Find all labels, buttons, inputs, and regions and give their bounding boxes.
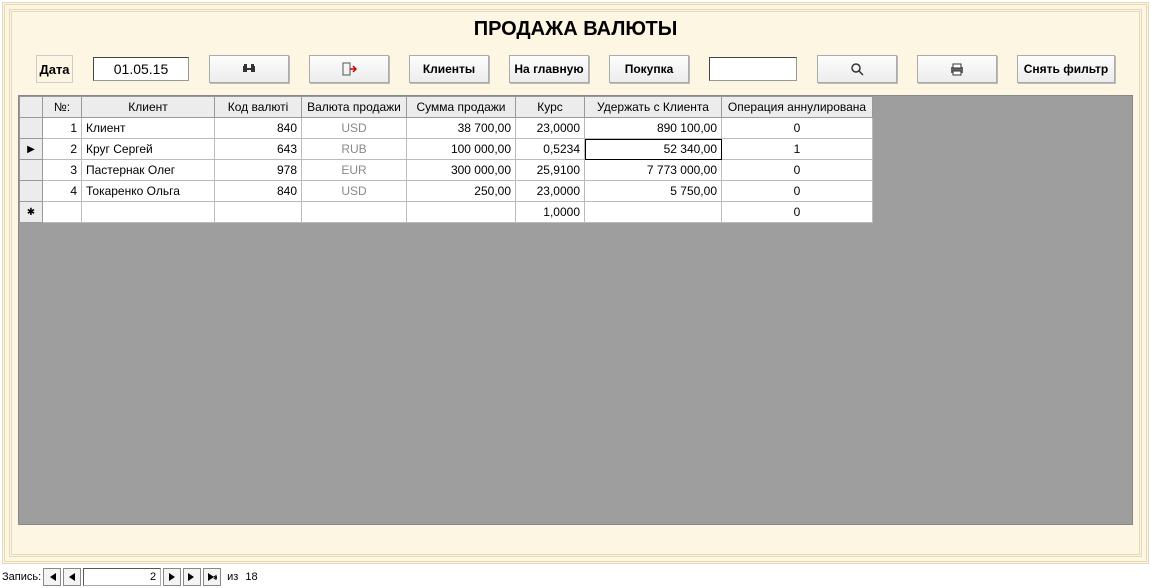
data-grid[interactable]: №: Клиент Код валюті Валюта продажи Сумм…: [19, 96, 873, 223]
record-navigator: Запись: ✱ из 18: [0, 566, 1151, 586]
clients-button[interactable]: Клиенты: [409, 55, 489, 83]
cell-annulled[interactable]: 1: [722, 139, 873, 160]
cell-rate[interactable]: 1,0000: [516, 202, 585, 223]
grid-header-row: №: Клиент Код валюті Валюта продажи Сумм…: [20, 97, 873, 118]
cell-code[interactable]: [215, 202, 302, 223]
search-button[interactable]: [817, 55, 897, 83]
grid-header-num[interactable]: №:: [43, 97, 82, 118]
recnav-next-button[interactable]: [163, 568, 181, 586]
cell-sum[interactable]: [407, 202, 516, 223]
last-icon: [187, 572, 197, 582]
cell-num[interactable]: [43, 202, 82, 223]
cell-currency[interactable]: EUR: [302, 160, 407, 181]
cell-currency[interactable]: [302, 202, 407, 223]
recnav-of-label: из: [227, 571, 238, 583]
grid-header-currency[interactable]: Валюта продажи: [302, 97, 407, 118]
table-row-new[interactable]: ✱ 1,0000 0: [20, 202, 873, 223]
cell-rate[interactable]: 23,0000: [516, 181, 585, 202]
cell-rate[interactable]: 23,0000: [516, 118, 585, 139]
new-record-icon: ✱: [207, 572, 217, 582]
grid-header-rate[interactable]: Курс: [516, 97, 585, 118]
cell-num[interactable]: 4: [43, 181, 82, 202]
grid-header-code[interactable]: Код валюті: [215, 97, 302, 118]
cell-annulled[interactable]: 0: [722, 160, 873, 181]
grid-header-sum[interactable]: Сумма продажи: [407, 97, 516, 118]
cell-client[interactable]: Пастернак Олег: [82, 160, 215, 181]
grid-header-hold[interactable]: Удержать с Клиента: [585, 97, 722, 118]
cell-currency[interactable]: USD: [302, 118, 407, 139]
next-icon: [167, 572, 177, 582]
cell-client[interactable]: [82, 202, 215, 223]
cell-num[interactable]: 2: [43, 139, 82, 160]
search-input[interactable]: [709, 57, 797, 81]
data-grid-container: №: Клиент Код валюті Валюта продажи Сумм…: [18, 95, 1133, 525]
toolbar: Дата Клиенты На главную Покупка: [12, 55, 1139, 83]
cell-rate[interactable]: 0,5234: [516, 139, 585, 160]
svg-text:✱: ✱: [213, 574, 217, 582]
cell-code[interactable]: 643: [215, 139, 302, 160]
cell-annulled[interactable]: 0: [722, 202, 873, 223]
row-selector[interactable]: [20, 160, 43, 181]
clear-filter-button[interactable]: Снять фильтр: [1017, 55, 1115, 83]
cell-num[interactable]: 1: [43, 118, 82, 139]
cell-rate[interactable]: 25,9100: [516, 160, 585, 181]
binoculars-icon: [241, 62, 257, 76]
row-selector[interactable]: [20, 181, 43, 202]
row-selector[interactable]: ▶: [20, 139, 43, 160]
cell-sum[interactable]: 300 000,00: [407, 160, 516, 181]
cell-hold[interactable]: [585, 202, 722, 223]
cell-code[interactable]: 978: [215, 160, 302, 181]
home-button[interactable]: На главную: [509, 55, 589, 83]
table-row[interactable]: 4Токаренко Ольга840USD250,0023,00005 750…: [20, 181, 873, 202]
recnav-prev-button[interactable]: [63, 568, 81, 586]
recnav-new-button[interactable]: ✱: [203, 568, 221, 586]
cell-hold[interactable]: 890 100,00: [585, 118, 722, 139]
recnav-last-button[interactable]: [183, 568, 201, 586]
cell-currency[interactable]: RUB: [302, 139, 407, 160]
cell-hold[interactable]: 52 340,00: [585, 139, 722, 160]
cell-sum[interactable]: 250,00: [407, 181, 516, 202]
row-selector-new[interactable]: ✱: [20, 202, 43, 223]
grid-header-annulled[interactable]: Операция аннулирована: [722, 97, 873, 118]
cell-client[interactable]: Токаренко Ольга: [82, 181, 215, 202]
exit-door-icon: [341, 61, 357, 77]
cell-num[interactable]: 3: [43, 160, 82, 181]
cell-annulled[interactable]: 0: [722, 181, 873, 202]
table-row[interactable]: ▶2Круг Сергей643RUB100 000,000,523452 34…: [20, 139, 873, 160]
cell-sum[interactable]: 38 700,00: [407, 118, 516, 139]
recnav-current-input[interactable]: [83, 568, 161, 586]
grid-header-selector[interactable]: [20, 97, 43, 118]
recnav-first-button[interactable]: [43, 568, 61, 586]
cell-client[interactable]: Клиент: [82, 118, 215, 139]
cell-hold[interactable]: 5 750,00: [585, 181, 722, 202]
cell-hold[interactable]: 7 773 000,00: [585, 160, 722, 181]
printer-icon: [949, 62, 965, 76]
row-selector[interactable]: [20, 118, 43, 139]
table-row[interactable]: 1Клиент840USD38 700,0023,0000890 100,000: [20, 118, 873, 139]
recnav-total: 18: [245, 571, 257, 583]
find-button[interactable]: [209, 55, 289, 83]
cell-sum[interactable]: 100 000,00: [407, 139, 516, 160]
search-icon: [850, 62, 864, 76]
print-button[interactable]: [917, 55, 997, 83]
buy-button[interactable]: Покупка: [609, 55, 689, 83]
date-input[interactable]: [93, 57, 189, 81]
cell-client[interactable]: Круг Сергей: [82, 139, 215, 160]
cell-code[interactable]: 840: [215, 181, 302, 202]
first-icon: [47, 572, 57, 582]
grid-header-client[interactable]: Клиент: [82, 97, 215, 118]
recnav-label: Запись:: [2, 571, 41, 583]
cell-code[interactable]: 840: [215, 118, 302, 139]
cell-currency[interactable]: USD: [302, 181, 407, 202]
date-label: Дата: [36, 55, 73, 83]
exit-button[interactable]: [309, 55, 389, 83]
page-title: ПРОДАЖА ВАЛЮТЫ: [12, 18, 1139, 41]
prev-icon: [67, 572, 77, 582]
table-row[interactable]: 3Пастернак Олег978EUR300 000,0025,91007 …: [20, 160, 873, 181]
cell-annulled[interactable]: 0: [722, 118, 873, 139]
